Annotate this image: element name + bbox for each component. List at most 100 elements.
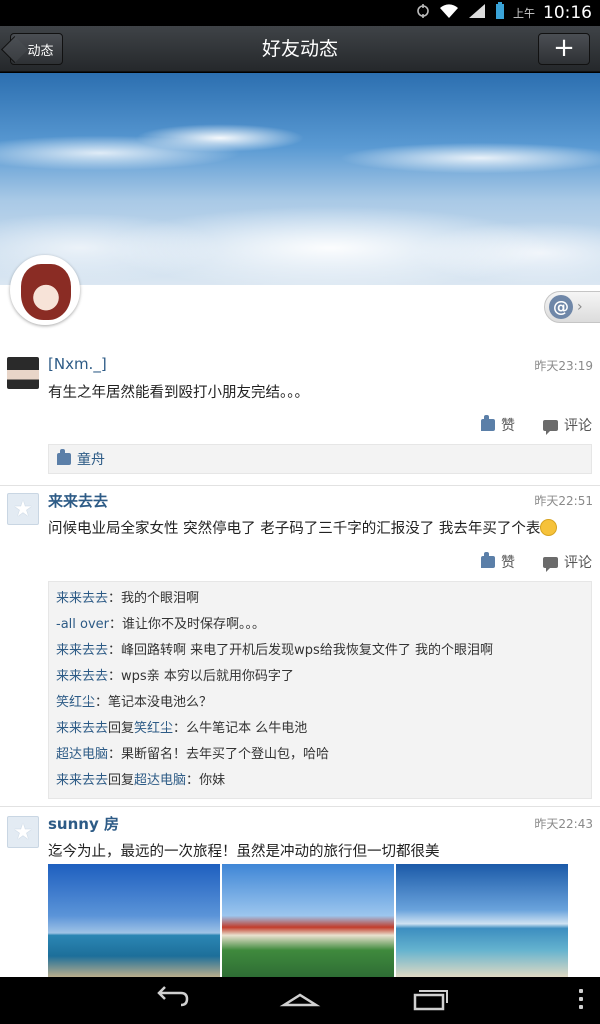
recents-icon (413, 990, 448, 1011)
owner-avatar[interactable] (10, 255, 80, 325)
title-bar: 动态 好友动态 + (0, 26, 600, 72)
sync-icon (415, 3, 431, 23)
post-actions: 赞 评论 (481, 552, 592, 572)
post-time: 昨天23:19 (534, 359, 593, 373)
page-title: 好友动态 (261, 38, 338, 60)
comment-author[interactable]: 来来去去 (56, 669, 108, 684)
comment-author[interactable]: 超达电脑 (56, 747, 108, 762)
comment-author[interactable]: 来来去去 (56, 643, 108, 658)
post-photo[interactable] (396, 864, 568, 977)
nav-recents-button[interactable] (404, 985, 454, 1017)
cover-photo[interactable] (0, 73, 600, 285)
comment-button[interactable]: 评论 (543, 552, 592, 572)
comment-text: 我的个眼泪啊 (121, 591, 200, 606)
comment-text: 峰回路转啊 来电了开机后发现wps给我恢复文件了 我的个眼泪啊 (121, 643, 493, 658)
reply-word: 回复 (108, 773, 135, 788)
post-author[interactable]: [Nxm._] (48, 355, 107, 373)
comments-box: 来来去去：我的个眼泪啊 -all over：谁让你不及时保存啊。。。 来来去去：… (48, 581, 592, 799)
author-avatar[interactable]: ★ (7, 816, 39, 848)
post-time: 昨天22:51 (534, 494, 593, 508)
battery-icon (495, 2, 505, 24)
feed-content[interactable]: @ › [Nxm._] 昨天23:19 有生之年居然能看到殴打小朋友完结。。。 … (0, 73, 600, 977)
like-button[interactable]: 赞 (481, 552, 515, 572)
comment-item[interactable]: -all over：谁让你不及时保存啊。。。 (56, 612, 584, 638)
comment-text: wps亲 本穷以后就用你码字了 (121, 669, 294, 684)
comment-author[interactable]: 来来去去 (56, 721, 108, 736)
comment-icon (543, 419, 558, 435)
comment-author[interactable]: 来来去去 (56, 591, 108, 606)
post-photo[interactable] (48, 864, 220, 977)
thumbs-up-icon (481, 415, 495, 431)
star-icon: ★ (13, 496, 33, 522)
status-time: 10:16 (543, 3, 592, 23)
post-text: 问候电业局全家女性 突然停电了 老子码了三千字的汇报没了 我去年买了个表 (48, 517, 590, 538)
post-divider (0, 485, 600, 486)
post-item: [Nxm._] 昨天23:19 有生之年居然能看到殴打小朋友完结。。。 赞 评论… (0, 355, 600, 485)
post-item: ★ sunny 房 昨天22:43 迄今为止，最远的一次旅程！虽然是冲动的旅行但… (0, 813, 600, 977)
comment-button[interactable]: 评论 (543, 415, 592, 435)
post-divider (0, 806, 600, 807)
comment-item[interactable]: 来来去去：峰回路转啊 来电了开机后发现wps给我恢复文件了 我的个眼泪啊 (56, 638, 584, 664)
reply-word: 回复 (108, 721, 135, 736)
comment-item[interactable]: 来来去去：wps亲 本穷以后就用你码字了 (56, 664, 584, 690)
reply-target[interactable]: 超达电脑 (134, 773, 186, 788)
owner-avatar-image (21, 264, 71, 320)
reply-target[interactable]: 笑红尘 (134, 721, 173, 736)
photo-grid (48, 864, 568, 977)
comment-author[interactable]: 笑红尘 (56, 695, 95, 710)
like-label: 赞 (501, 555, 515, 571)
comment-text: 你妹 (199, 773, 226, 788)
at-icon: @ (549, 295, 573, 319)
chevron-right-icon: › (577, 299, 583, 315)
comment-author[interactable]: 来来去去 (56, 773, 108, 788)
nav-back-button[interactable] (146, 985, 196, 1017)
thumbs-up-icon (481, 552, 495, 568)
liker-name[interactable]: 童舟 (77, 449, 105, 469)
post-item: ★ 来来去去 昨天22:51 问候电业局全家女性 突然停电了 老子码了三千字的汇… (0, 490, 600, 800)
status-bar-right: 上午 10:16 (415, 0, 592, 26)
navigation-bar (0, 977, 600, 1024)
comment-label: 评论 (564, 555, 592, 571)
comment-text: 笔记本没电池么？ (108, 695, 213, 710)
comment-separator: ： (108, 591, 122, 606)
comment-item[interactable]: 超达电脑：果断留名！去年买了个登山包，哈哈 (56, 742, 584, 768)
comment-item[interactable]: 来来去去回复笑红尘：么牛笔记本 么牛电池 (56, 716, 584, 742)
comment-separator: ： (173, 721, 187, 736)
comment-author[interactable]: -all over (56, 617, 109, 632)
author-avatar[interactable] (7, 357, 39, 389)
back-arrow-icon (157, 986, 189, 1007)
thumbs-up-icon (57, 449, 71, 465)
comment-item[interactable]: 来来去去：我的个眼泪啊 (56, 586, 584, 612)
comment-separator: ： (108, 669, 122, 684)
nav-home-button[interactable] (275, 985, 325, 1017)
author-avatar[interactable]: ★ (7, 493, 39, 525)
likes-box: 童舟 (48, 444, 592, 474)
post-actions: 赞 评论 (481, 415, 592, 435)
nav-menu-button[interactable] (576, 985, 586, 1017)
post-author[interactable]: sunny 房 (48, 813, 119, 834)
comment-separator: ： (108, 643, 122, 658)
comment-text: 谁让你不及时保存啊。。。 (122, 617, 266, 632)
status-bar: 上午 10:16 (0, 0, 600, 26)
post-text: 有生之年居然能看到殴打小朋友完结。。。 (48, 385, 309, 401)
status-ampm: 上午 (513, 7, 535, 20)
comment-item[interactable]: 笑红尘：笔记本没电池么？ (56, 690, 584, 716)
like-button[interactable]: 赞 (481, 415, 515, 435)
overflow-menu-icon (576, 985, 586, 1009)
post-text: 迄今为止，最远的一次旅程！虽然是冲动的旅行但一切都很美 (48, 844, 440, 860)
comment-text: 果断留名！去年买了个登山包，哈哈 (121, 747, 330, 762)
comment-item[interactable]: 来来去去回复超达电脑：你妹 (56, 768, 584, 794)
post-text-content: 问候电业局全家女性 突然停电了 老子码了三千字的汇报没了 我去年买了个表 (48, 521, 541, 537)
comment-separator: ： (95, 695, 109, 710)
star-icon: ★ (13, 819, 33, 845)
post-author[interactable]: 来来去去 (48, 490, 108, 511)
mention-button[interactable]: @ › (544, 291, 600, 323)
add-button[interactable]: + (538, 33, 590, 65)
comment-separator: ： (109, 617, 123, 632)
signal-icon (467, 3, 487, 23)
comment-separator: ： (108, 747, 122, 762)
laugh-emoji-icon (540, 519, 558, 536)
like-label: 赞 (501, 418, 515, 434)
wifi-icon (439, 3, 459, 23)
post-photo[interactable] (222, 864, 394, 977)
